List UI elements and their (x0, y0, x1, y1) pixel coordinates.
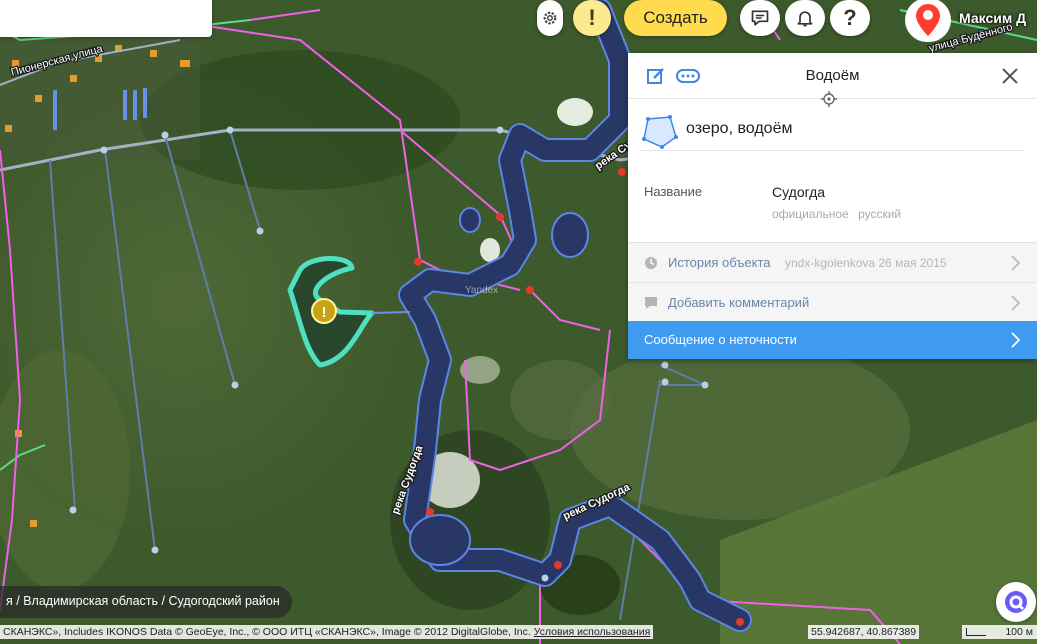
copyright-attribution: СКАНЭКС», Includes IKONOS Data © GeoEye,… (3, 626, 531, 638)
history-row[interactable]: История объекта yndx-kgolenkova 26 мая 2… (628, 242, 1037, 282)
svg-text:!: ! (322, 304, 327, 321)
warning-pin-icon[interactable]: ! (311, 298, 337, 324)
cursor-coordinates: 55.942687, 40.867389 (808, 625, 920, 639)
history-meta: yndx-kgolenkova 26 мая 2015 (785, 256, 947, 270)
warning-icon: ! (588, 5, 596, 30)
add-comment-row[interactable]: Добавить комментарий (628, 282, 1037, 322)
map-scale: 100 м (962, 625, 1037, 639)
create-button-label: Создать (643, 8, 708, 27)
region-breadcrumb[interactable]: я / Владимирская область / Судогодский р… (0, 586, 292, 618)
help-button[interactable]: ? (830, 0, 870, 36)
chevron-right-icon (1011, 332, 1021, 348)
user-name: Максим Д (959, 10, 1027, 26)
assistant-button[interactable] (996, 582, 1036, 622)
chevron-right-icon (1011, 255, 1021, 271)
history-label: История объекта (668, 255, 771, 270)
assistant-icon (1005, 591, 1027, 613)
map-watermark: Yandex (465, 285, 498, 296)
chat-icon (751, 10, 769, 26)
object-info-panel: Водоём озеро, водоём Название Судогда оф… (628, 53, 1037, 359)
yandex-maps-logo-icon (905, 0, 951, 42)
map-footer: СКАНЭКС», Includes IKONOS Data © GeoEye,… (0, 625, 1037, 644)
messages-button[interactable] (740, 0, 780, 36)
close-icon[interactable] (1001, 67, 1019, 85)
copyright-text: СКАНЭКС», Includes IKONOS Data © GeoEye,… (0, 625, 654, 639)
search-box[interactable] (0, 0, 212, 37)
create-button[interactable]: Создать (624, 0, 727, 36)
locate-object-icon[interactable] (821, 91, 837, 107)
help-icon: ? (843, 5, 857, 30)
name-field-meta: официальное русский (772, 207, 907, 221)
report-inaccuracy-label: Сообщение о неточности (644, 332, 797, 347)
name-field-value: Судогда (772, 184, 826, 200)
add-comment-label: Добавить комментарий (668, 295, 810, 310)
polygon-icon (642, 115, 678, 149)
name-language-tag: русский (858, 207, 902, 221)
notifications-button[interactable] (785, 0, 825, 36)
user-menu[interactable]: Максим Д (905, 0, 1027, 42)
object-type-row[interactable]: озеро, водоём (640, 111, 1024, 151)
gear-icon (543, 11, 557, 25)
scale-bar (966, 628, 986, 636)
chevron-right-icon (1011, 295, 1021, 311)
panel-header: Водоём (628, 53, 1037, 107)
bell-icon (797, 11, 813, 27)
clock-icon (645, 257, 657, 269)
name-status-tag: официальное (772, 207, 849, 221)
warnings-button[interactable]: ! (573, 0, 611, 36)
name-field-label: Название (644, 184, 703, 199)
settings-button[interactable] (537, 0, 563, 36)
scale-label: 100 м (1005, 626, 1033, 638)
terms-link[interactable]: Условия использования (534, 626, 651, 638)
object-type-label: озеро, водоём (686, 120, 793, 137)
comment-icon (645, 297, 657, 309)
report-inaccuracy-button[interactable]: Сообщение о неточности (628, 321, 1037, 359)
panel-title: Водоём (805, 67, 860, 84)
